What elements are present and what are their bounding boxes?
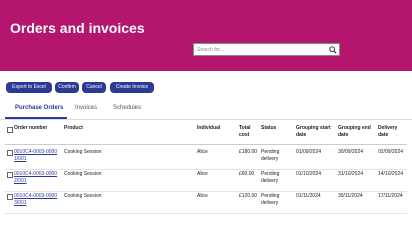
tab-bar: Purchase Orders Invoices Schedules [0, 101, 412, 120]
row-checkbox[interactable] [7, 150, 13, 156]
order-number-link[interactable]: 0010C4-0003-00002/001 [14, 171, 61, 185]
column-header-individual[interactable]: Individual [197, 125, 220, 132]
delivery-date-cell: 14/10/2024 [378, 171, 404, 177]
grouping-start-cell: 01/09/2024 [296, 149, 322, 155]
cancel-button[interactable]: Cancel [82, 82, 106, 93]
individual-cell: Alice [197, 171, 208, 177]
search-box [193, 43, 340, 56]
status-cell: Pending delivery [261, 149, 280, 162]
product-cell: Cooking Session [64, 149, 102, 155]
delivery-date-cell: 17/11/2024 [378, 193, 403, 199]
confirm-button[interactable]: Confirm [55, 82, 79, 93]
active-tab-indicator [5, 117, 67, 119]
page-title: Orders and invoices [10, 20, 145, 36]
individual-cell: Alice [197, 149, 208, 155]
column-header-status[interactable]: Status [261, 125, 276, 132]
search-input[interactable] [197, 44, 325, 55]
table-header-divider [5, 144, 407, 145]
column-header-product[interactable]: Product [64, 125, 83, 132]
grouping-end-cell: 30/11/2024 [338, 193, 363, 199]
grouping-end-cell: 31/10/2024 [338, 171, 364, 177]
grouping-start-cell: 01/11/2024 [296, 193, 321, 199]
table-row: 0010C4-0003-00001/001 Cooking Session Al… [5, 147, 407, 170]
delivery-date-cell: 02/09/2024 [378, 149, 404, 155]
grouping-start-cell: 01/10/2024 [296, 171, 322, 177]
status-cell: Pending delivery [261, 171, 280, 184]
tab-invoices[interactable]: Invoices [75, 105, 97, 111]
status-cell: Pending delivery [261, 193, 280, 206]
row-checkbox[interactable] [7, 194, 13, 200]
column-header-order-number[interactable]: Order number [14, 125, 47, 132]
grouping-end-cell: 30/09/2024 [338, 149, 364, 155]
export-to-excel-button[interactable]: Export to Excel [6, 82, 52, 93]
row-checkbox[interactable] [7, 172, 13, 178]
column-header-grouping-start-date[interactable]: Grouping start date [296, 125, 336, 139]
product-cell: Cooking Session [64, 193, 102, 199]
page-header: Orders and invoices [0, 0, 412, 71]
select-all-checkbox[interactable] [7, 127, 13, 133]
product-cell: Cooking Session [64, 171, 102, 177]
total-cost-cell: £60.00 [239, 171, 255, 177]
order-number-link[interactable]: 0010C4-0003-00003/001 [14, 193, 61, 207]
tab-schedules[interactable]: Schedules [113, 105, 141, 111]
column-header-grouping-end-date[interactable]: Grouping end date [338, 125, 376, 139]
column-header-total-cost[interactable]: Total cost [239, 125, 255, 139]
search-icon[interactable] [329, 46, 337, 54]
create-invoice-button[interactable]: Create Invoice [110, 82, 154, 93]
table-row: 0010C4-0003-00002/001 Cooking Session Al… [5, 169, 407, 192]
individual-cell: Alice [197, 193, 208, 199]
column-header-delivery-date[interactable]: Delivery date [378, 125, 404, 139]
table-row: 0010C4-0003-00003/001 Cooking Session Al… [5, 191, 407, 214]
total-cost-cell: £180.00 [239, 149, 258, 155]
total-cost-cell: £120.00 [239, 193, 258, 199]
tab-purchase-orders[interactable]: Purchase Orders [15, 105, 63, 111]
order-number-link[interactable]: 0010C4-0003-00001/001 [14, 149, 61, 163]
